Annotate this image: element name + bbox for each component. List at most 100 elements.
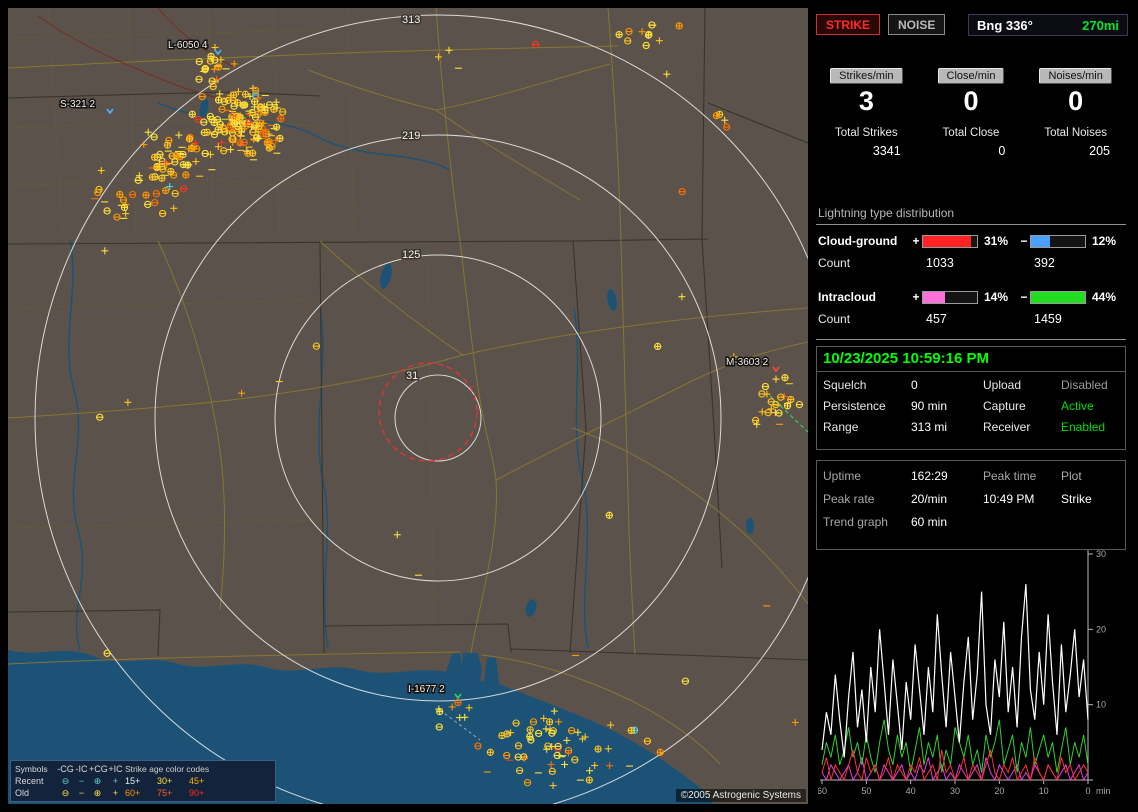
nexstorm-app: 313 219 125 31 L-6050 4 S-321 2 M-3603 2 I-… — [0, 0, 1138, 812]
close-per-min-value: 0 — [963, 86, 979, 116]
age-60: 60+ — [125, 788, 141, 798]
clock-settings-panel: 10/23/2025 10:59:16 PM Squelch 0 Upload … — [816, 346, 1126, 450]
strikes-per-min-button[interactable]: Strikes/min — [830, 68, 903, 84]
tracker-label: I-1677 2 — [408, 684, 445, 695]
strike-button[interactable]: STRIKE — [816, 14, 881, 35]
legend-recent-label: Recent — [15, 776, 44, 786]
tracker-label: M-3603 2 — [726, 357, 769, 368]
map-legend: Symbols -CG -IC +CG +IC Strike age color… — [10, 760, 276, 802]
trend-graph-label: Trend graph — [823, 515, 888, 529]
circle-minus-icon: ⊖ — [61, 787, 70, 798]
uptime-value: 162:29 — [911, 469, 948, 483]
plus-sign: + — [912, 234, 920, 248]
noises-per-min-value: 0 — [1068, 86, 1084, 116]
cg-negative-gauge — [1030, 234, 1086, 248]
svg-text:20: 20 — [1096, 624, 1106, 634]
legend-col-ncg: -CG — [57, 764, 74, 774]
peak-time-value: 10:49 PM — [983, 492, 1035, 506]
capture-status: Active — [1061, 399, 1094, 413]
persistence-label: Persistence — [823, 399, 886, 413]
minus-sign: − — [1020, 234, 1028, 248]
ic-negative-pct: 44% — [1092, 290, 1117, 304]
distribution-title: Lightning type distribution — [816, 204, 1126, 225]
minus-icon: − — [78, 788, 85, 798]
svg-text:40: 40 — [906, 786, 916, 796]
lightning-map[interactable]: 313 219 125 31 L-6050 4 S-321 2 M-3603 2 I-… — [8, 8, 808, 804]
bearing-range: 270mi — [1082, 17, 1119, 33]
circle-plus-icon: ⊕ — [93, 775, 102, 786]
persistence-value: 90 min — [911, 399, 948, 413]
circle-minus-icon: ⊖ — [61, 775, 70, 786]
age-90: 90+ — [189, 788, 205, 798]
legend-recent-row: Recent ⊖ − ⊕ + 15+ 30+ 45+ — [15, 775, 271, 787]
receiver-status: Enabled — [1061, 420, 1106, 434]
svg-text:10: 10 — [1039, 786, 1049, 796]
cg-positive-pct: 31% — [984, 234, 1009, 248]
bearing-display: Bng 336° 270mi — [968, 14, 1128, 36]
minus-icon: − — [78, 776, 85, 786]
ring-label-125: 125 — [402, 249, 420, 261]
cg-negative-pct: 12% — [1092, 234, 1117, 248]
ic-positive-count: 457 — [926, 312, 947, 326]
ic-positive-gauge — [922, 290, 978, 304]
legend-col-pcg: +CG — [89, 764, 108, 774]
control-panel: STRIKE NOISE Bng 336° 270mi Strikes/min … — [812, 8, 1130, 804]
plot-value: Strike — [1061, 492, 1092, 506]
tracker-label: L-6050 4 — [168, 40, 208, 51]
rates-panel: Strikes/min 3 Total Strikes 3341 Close/m… — [814, 60, 1128, 194]
uptime-status-panel: Uptime 162:29 Peak time Plot Peak rate 2… — [816, 460, 1126, 550]
squelch-label: Squelch — [823, 378, 867, 392]
strikes-per-min-value: 3 — [858, 86, 874, 116]
legend-old-row: Old ⊖ − ⊕ + 60+ 75+ 90+ — [15, 787, 271, 799]
copyright-text: ©2005 Astrogenic Systems — [675, 789, 806, 802]
squelch-value: 0 — [911, 378, 918, 392]
cloud-ground-label: Cloud-ground — [818, 234, 898, 248]
svg-text:10: 10 — [1096, 700, 1106, 710]
svg-text:60: 60 — [818, 786, 827, 796]
receiver-label: Receiver — [983, 420, 1031, 434]
trend-chart-canvas: 10 20 30 60 50 40 30 20 10 0 min — [818, 549, 1111, 796]
upload-label: Upload — [983, 378, 1022, 392]
age-75: 75+ — [157, 788, 173, 798]
map-canvas[interactable]: 313 219 125 31 L-6050 4 S-321 2 M-3603 2 I-… — [8, 8, 808, 804]
intracloud-count-row: Count 457 1459 — [816, 309, 1126, 329]
peak-rate-value: 20/min — [911, 492, 948, 506]
total-strikes-label: Total Strikes — [835, 127, 898, 139]
datetime-display: 10/23/2025 10:59:16 PM — [817, 347, 1125, 372]
legend-age-header: Strike age color codes — [125, 764, 210, 774]
range-value: 313 mi — [911, 420, 948, 434]
capture-label: Capture — [983, 399, 1026, 413]
cloud-ground-count-row: Count 1033 392 — [816, 253, 1126, 273]
intracloud-label: Intracloud — [818, 290, 877, 304]
noise-button[interactable]: NOISE — [888, 14, 946, 35]
ic-positive-pct: 14% — [984, 290, 1009, 304]
circle-plus-icon: ⊕ — [93, 787, 102, 798]
plot-label: Plot — [1061, 469, 1082, 483]
peak-rate-label: Peak rate — [823, 492, 875, 506]
count-label: Count — [818, 312, 851, 326]
svg-text:20: 20 — [994, 786, 1004, 796]
close-per-min-column: Close/min 0 Total Close 0 — [919, 60, 1024, 194]
legend-symbols-header: Symbols — [15, 764, 48, 774]
ic-negative-gauge — [1030, 290, 1086, 304]
noises-per-min-button[interactable]: Noises/min — [1039, 68, 1112, 84]
close-per-min-button[interactable]: Close/min — [937, 68, 1005, 84]
peak-time-label: Peak time — [983, 469, 1037, 483]
total-noises-label: Total Noises — [1044, 127, 1107, 139]
cg-positive-count: 1033 — [926, 256, 954, 270]
age-45: 45+ — [189, 776, 205, 786]
count-label: Count — [818, 256, 851, 270]
cloud-ground-row: Cloud-ground + 31% − 12% — [816, 229, 1126, 253]
trend-window-value: 60 min — [911, 515, 948, 529]
upload-status: Disabled — [1061, 378, 1108, 392]
cg-negative-count: 392 — [1034, 256, 1055, 270]
svg-text:30: 30 — [1096, 549, 1106, 559]
status-grid: Uptime 162:29 Peak time Plot Peak rate 2… — [817, 461, 1125, 529]
lightning-distribution-section: Lightning type distribution Cloud-ground… — [816, 204, 1126, 340]
svg-text:30: 30 — [950, 786, 960, 796]
plus-icon: + — [112, 788, 119, 798]
ring-label-31: 31 — [406, 370, 418, 382]
top-bar: STRIKE NOISE Bng 336° 270mi — [814, 14, 1128, 38]
plus-icon: + — [112, 776, 119, 786]
noises-per-min-column: Noises/min 0 Total Noises 205 — [1023, 60, 1128, 194]
